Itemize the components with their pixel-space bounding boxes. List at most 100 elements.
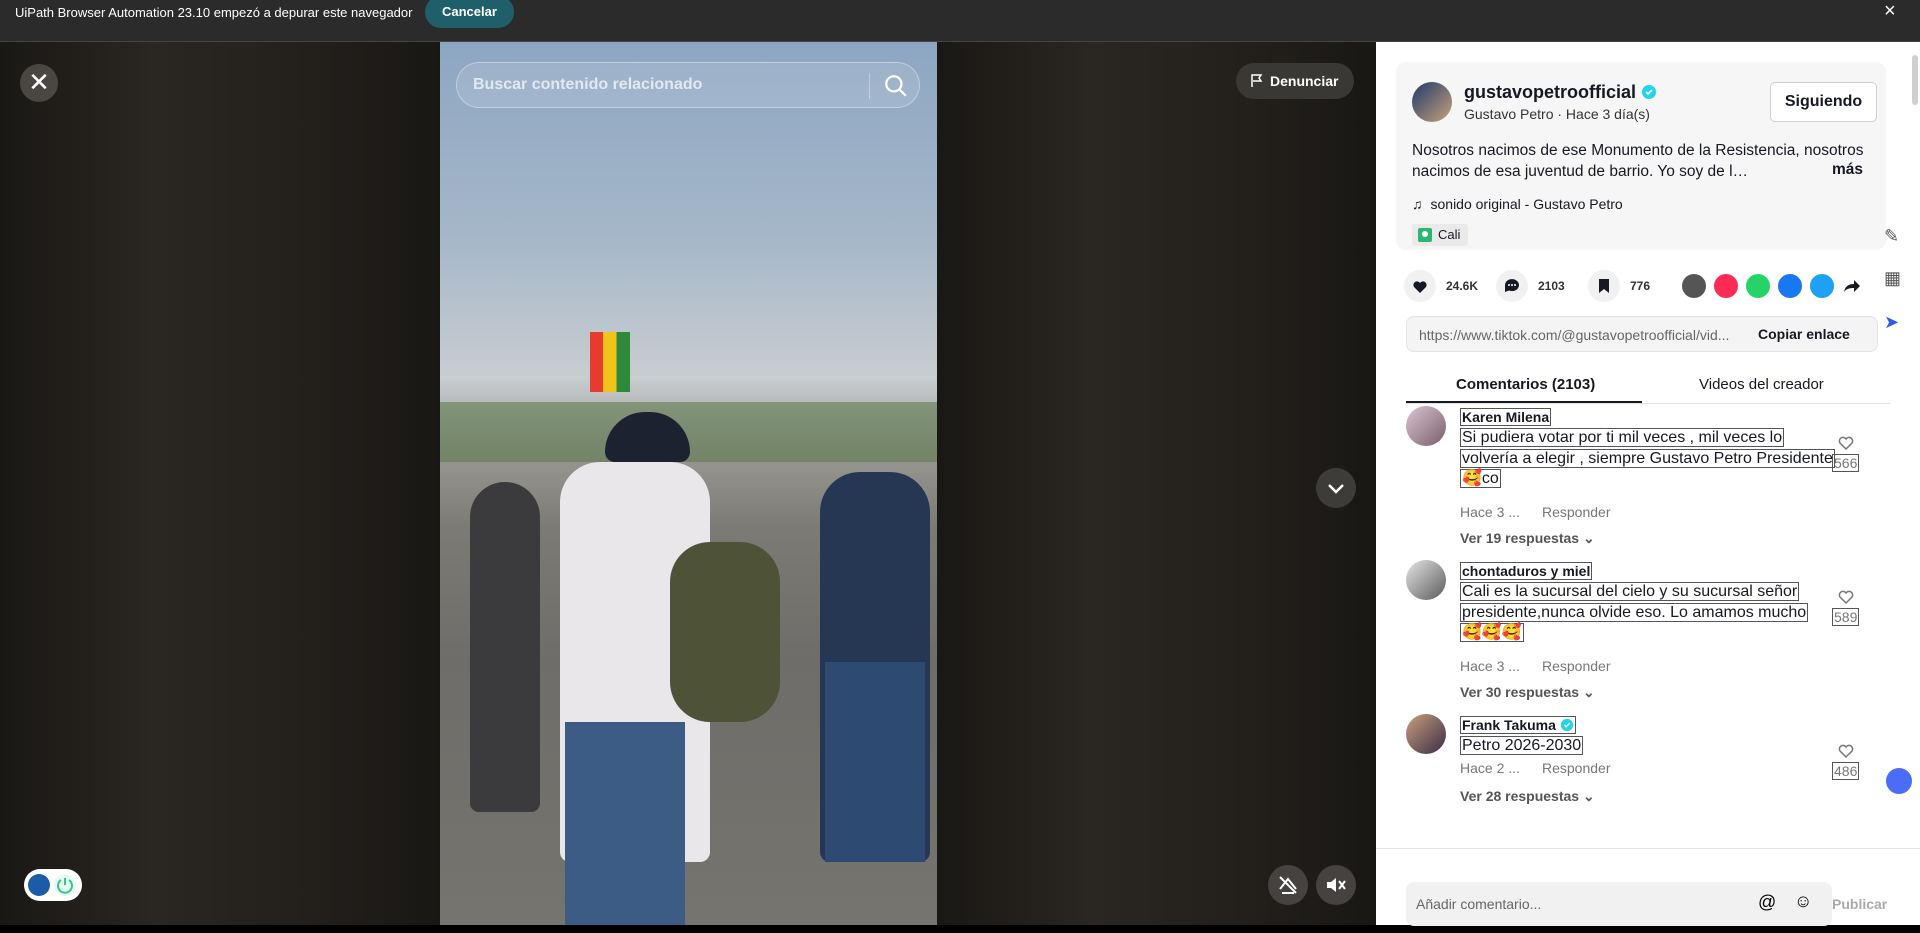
- automation-infobar: UiPath Browser Automation 23.10 empezó a…: [0, 0, 1920, 42]
- comment-input[interactable]: Añadir comentario... @ ☺: [1406, 882, 1832, 926]
- heart-outline-icon[interactable]: [1836, 740, 1856, 760]
- commenter-avatar[interactable]: [1406, 714, 1446, 754]
- chevron-down-icon: ⌄: [1582, 788, 1595, 804]
- embed-icon[interactable]: [1682, 274, 1706, 298]
- facebook-icon[interactable]: [1778, 274, 1802, 298]
- blur-left: [0, 42, 440, 925]
- search-placeholder: Buscar contenido relacionado: [473, 76, 703, 93]
- flag-icon: [1251, 74, 1263, 87]
- copy-link-field[interactable]: https://www.tiktok.com/@gustavopetrooffi…: [1406, 316, 1878, 352]
- mention-icon[interactable]: @: [1758, 892, 1776, 913]
- assistant-bot-icon[interactable]: [1886, 768, 1912, 794]
- comment-button[interactable]: [1496, 270, 1528, 302]
- music-label: sonido original - Gustavo Petro: [1430, 196, 1623, 212]
- bookmark-icon: [1599, 279, 1609, 293]
- reply-link[interactable]: Responder: [1542, 658, 1611, 674]
- post-description: Nosotros nacimos de ese Monumento de la …: [1412, 142, 1864, 180]
- heart-icon: [1413, 281, 1427, 293]
- whatsapp-icon[interactable]: [1746, 274, 1770, 298]
- commenter-avatar[interactable]: [1406, 406, 1446, 446]
- emoji-icon[interactable]: ☺: [1794, 891, 1812, 912]
- location-pin-icon: [1418, 228, 1432, 242]
- calendar-icon[interactable]: ▦: [1884, 268, 1901, 289]
- search-icon[interactable]: [883, 73, 909, 99]
- commenter-name[interactable]: Frank Takuma: [1460, 716, 1576, 734]
- comment-time: Hace 3 ...: [1460, 504, 1520, 520]
- creator-username[interactable]: gustavopetroofficial: [1464, 82, 1657, 103]
- heart-outline-icon[interactable]: [1836, 432, 1856, 452]
- cancel-debug-button[interactable]: Cancelar: [425, 0, 514, 28]
- commenter-name[interactable]: Karen Milena: [1460, 408, 1552, 426]
- active-tab-indicator: [1406, 401, 1642, 403]
- automation-extension-toggle[interactable]: [24, 869, 82, 901]
- view-replies-link[interactable]: Ver 19 respuestas ⌄: [1460, 530, 1595, 547]
- comment-like-count: 589: [1832, 608, 1860, 626]
- video-player[interactable]: [440, 42, 937, 925]
- video-url: https://www.tiktok.com/@gustavopetrooffi…: [1419, 327, 1730, 343]
- verified-icon: [1642, 85, 1657, 99]
- like-count: 24.6K: [1446, 279, 1479, 293]
- comment-text: Cali es la sucursal del cielo y su sucur…: [1460, 582, 1809, 642]
- comment-list: Karen Milena Si pudiera votar por ti mil…: [1376, 406, 1920, 836]
- like-button[interactable]: [1404, 270, 1436, 302]
- magic-wand-icon[interactable]: ✎: [1884, 226, 1899, 247]
- uipath-icon: [28, 874, 76, 896]
- reply-link[interactable]: Responder: [1542, 760, 1611, 776]
- chevron-down-icon: [1328, 484, 1344, 494]
- copy-link-button[interactable]: Copiar enlace: [1758, 326, 1850, 342]
- blur-right: [937, 42, 1376, 925]
- panel-scrollbar[interactable]: [1912, 55, 1918, 105]
- commenter-avatar[interactable]: [1406, 560, 1446, 600]
- close-video-button[interactable]: ✕: [20, 64, 58, 102]
- comment-text: Si pudiera votar por ti mil veces , mil …: [1460, 428, 1835, 488]
- save-button[interactable]: [1588, 270, 1620, 302]
- comment-placeholder: Añadir comentario...: [1416, 896, 1542, 912]
- reply-link[interactable]: Responder: [1542, 504, 1611, 520]
- video-viewer: ✕ Buscar contenido relacionado Denunciar: [0, 42, 1376, 925]
- comment-time: Hace 3 ...: [1460, 658, 1520, 674]
- commenter-name[interactable]: chontaduros y miel: [1460, 562, 1593, 580]
- rocket-icon[interactable]: ➤: [1884, 312, 1899, 333]
- creator-avatar[interactable]: [1412, 82, 1452, 122]
- publish-button[interactable]: Publicar: [1832, 896, 1887, 912]
- more-link[interactable]: más: [1832, 161, 1863, 179]
- post-info-card: gustavopetroofficial Gustavo Petro · Hac…: [1396, 62, 1886, 250]
- creator-subtitle: Gustavo Petro · Hace 3 día(s): [1464, 106, 1650, 122]
- comment-count: 2103: [1538, 279, 1565, 293]
- location-tag[interactable]: Cali: [1412, 224, 1469, 246]
- mute-button[interactable]: [1316, 865, 1356, 905]
- next-video-button[interactable]: [1316, 468, 1356, 508]
- view-replies-link[interactable]: Ver 30 respuestas ⌄: [1460, 684, 1595, 701]
- tab-comments[interactable]: Comentarios (2103): [1456, 376, 1595, 393]
- location-label: Cali: [1438, 227, 1461, 242]
- close-infobar-icon[interactable]: ×: [1884, 0, 1896, 22]
- send-icon[interactable]: [1714, 274, 1738, 298]
- report-label: Denunciar: [1270, 73, 1339, 89]
- following-button[interactable]: Siguiendo: [1770, 82, 1877, 122]
- report-button[interactable]: Denunciar: [1236, 63, 1355, 99]
- comment-like-count: 486: [1832, 762, 1860, 780]
- comment-like-count: 566: [1832, 454, 1860, 472]
- music-link[interactable]: ♫ sonido original - Gustavo Petro: [1412, 196, 1623, 212]
- verified-icon: [1560, 718, 1573, 732]
- share-arrow-icon[interactable]: [1842, 276, 1862, 296]
- related-search-input[interactable]: Buscar contenido relacionado: [456, 62, 920, 108]
- save-count: 776: [1630, 279, 1651, 293]
- floating-player-button[interactable]: [1268, 865, 1308, 905]
- panel-tabs: Comentarios (2103) Videos del creador: [1406, 364, 1890, 404]
- engagement-bar: 24.6K 2103 776: [1404, 270, 1914, 302]
- infobar-message: UiPath Browser Automation 23.10 empezó a…: [15, 5, 413, 20]
- details-panel: gustavopetroofficial Gustavo Petro · Hac…: [1376, 42, 1920, 926]
- comment-time: Hace 2 ...: [1460, 760, 1520, 776]
- pip-icon: [1279, 876, 1297, 894]
- tab-creator-videos[interactable]: Videos del creador: [1699, 376, 1824, 393]
- comment-text: Petro 2026-2030: [1460, 736, 1584, 755]
- chevron-down-icon: ⌄: [1582, 530, 1595, 546]
- twitter-icon[interactable]: [1810, 274, 1834, 298]
- music-note-icon: ♫: [1412, 196, 1423, 212]
- heart-outline-icon[interactable]: [1836, 586, 1856, 606]
- floating-tools: ✎ ▦ ➤: [1876, 214, 1916, 354]
- view-replies-link[interactable]: Ver 28 respuestas ⌄: [1460, 788, 1595, 805]
- search-divider: [869, 73, 870, 99]
- composer-divider: [1376, 848, 1920, 849]
